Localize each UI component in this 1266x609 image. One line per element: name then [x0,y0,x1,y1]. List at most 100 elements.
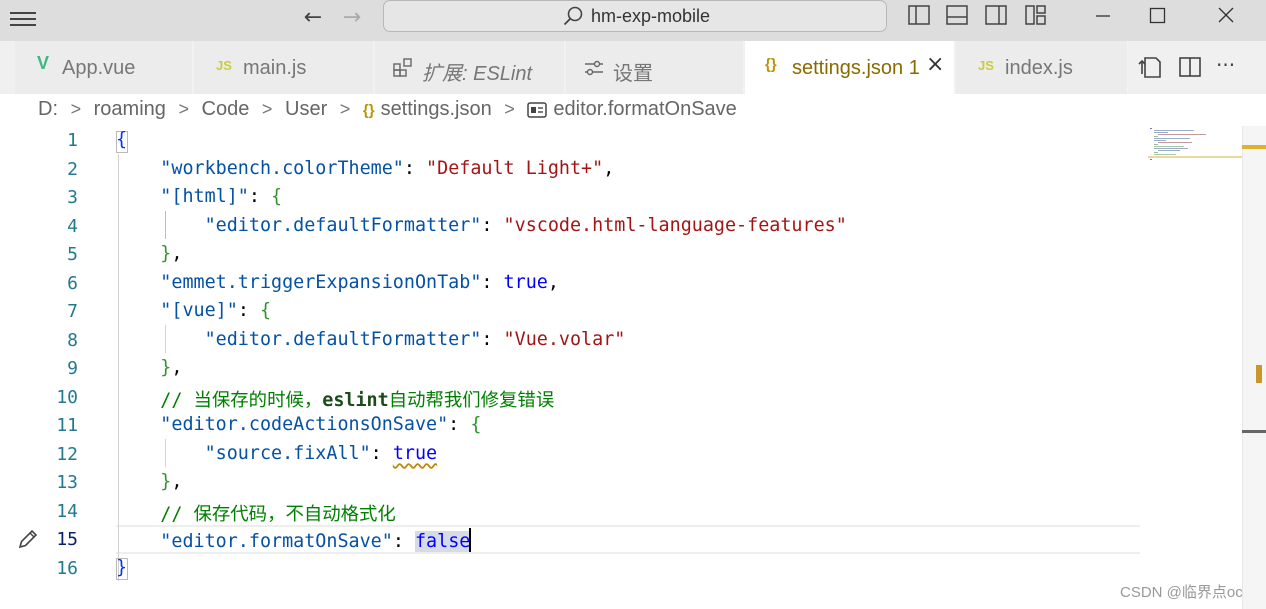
line-number: 13 [56,472,78,493]
tab-label: 扩展: ESLint [422,63,533,85]
more-actions-icon[interactable]: ··· [1216,53,1242,79]
tab-settings[interactable]: 设置 [566,41,744,94]
line-number: 11 [56,415,78,436]
line-number: 9 [67,358,78,379]
code-comment: 自动帮我们修复错误 [388,389,555,411]
menu-icon[interactable] [10,8,36,28]
text-cursor [469,528,472,552]
json-boolean-value-warning[interactable]: true [393,443,437,464]
code-line-current: 15 "editor.formatOnSave": false [0,525,1150,554]
code-editor[interactable]: 1 { 2 "workbench.colorTheme": "Default L… [0,126,1266,609]
code-line: 1 { [0,126,1150,155]
close-window-icon[interactable] [1203,2,1249,30]
toggle-secondary-sidebar-icon[interactable] [985,5,1007,25]
tab-extension-eslint[interactable]: 扩展: ESLint [375,41,565,94]
split-editor-icon[interactable] [1177,54,1203,80]
open-brace: { [116,129,128,150]
line-number: 5 [67,244,78,265]
breadcrumb-symbol[interactable]: editor.formatOnSave [527,98,737,121]
tab-label: index.js [1005,57,1073,79]
tab-app-vue[interactable]: V App.vue [15,41,193,94]
close-tab-icon[interactable]: × [926,54,944,76]
json-key: "editor.defaultFormatter" [204,328,482,350]
code-line: 7 "[vue]": { [0,297,1150,326]
open-changes-icon[interactable] [1138,54,1164,80]
code-line: 4 "editor.defaultFormatter": "vscode.htm… [0,212,1150,241]
code-line: 11 "editor.codeActionsOnSave": { [0,411,1150,440]
scrollbar-cursor-marker [1242,430,1266,433]
json-file-icon: {} [765,56,777,73]
close-brace: } [160,357,172,378]
toggle-primary-sidebar-icon[interactable] [908,5,930,25]
js-file-icon: JS [216,58,232,73]
json-file-icon: {} [362,102,375,120]
line-number: 3 [67,187,78,208]
line-number: 16 [56,557,78,579]
close-brace: } [160,243,172,264]
breadcrumb-symbol-label: editor.formatOnSave [553,98,737,121]
breadcrumb: D: > roaming > Code > User > {} settings.… [38,98,737,124]
minimize-icon[interactable] [1080,2,1126,30]
tab-main-js[interactable]: JS main.js [194,41,374,94]
close-brace: } [160,471,172,492]
tab-label: main.js [243,57,307,79]
breadcrumb-separator: > [261,99,273,120]
json-key: "emmet.triggerExpansionOnTab" [160,271,482,293]
line-number: 7 [67,301,78,322]
json-string-value: "vscode.html-language-features" [503,214,847,236]
code-line: 12 "source.fixAll": true [0,440,1150,469]
breadcrumb-file[interactable]: {} settings.json [363,98,492,121]
scrollbar-warning-marker [1242,145,1266,149]
breadcrumb-separator: > [178,99,189,120]
code-line: 6 "emmet.triggerExpansionOnTab": true, [0,269,1150,298]
code-line: 13 }, [0,468,1150,497]
json-key: "editor.defaultFormatter" [204,214,482,236]
tab-label: settings.json 1 [792,57,920,79]
line-number: 14 [56,500,78,522]
vue-file-icon: V [37,53,50,73]
tab-index-js[interactable]: JS index.js [956,41,1128,94]
line-number: 2 [67,158,78,180]
breadcrumb-item[interactable]: D: [38,98,58,121]
breadcrumb-separator: > [339,99,351,120]
json-key: "editor.codeActionsOnSave" [160,414,449,435]
line-number: 12 [56,443,78,465]
line-number: 6 [67,272,78,294]
vertical-scrollbar[interactable] [1242,126,1266,609]
scrollbar-selection-marker [1256,365,1262,383]
json-key: "[html]" [160,186,249,207]
toggle-panel-icon[interactable] [946,5,968,25]
json-key: "workbench.colorTheme" [160,157,404,179]
breadcrumb-file-label: settings.json [380,98,492,121]
json-boolean-value-selected: fal [414,531,449,552]
tab-label: 设置 [613,63,653,85]
code-comment: eslint [322,389,389,411]
back-arrow-icon[interactable]: ← [299,5,327,30]
line-number: 15 [56,529,78,550]
code-comment: // 保存代码，不自动格式化 [160,503,396,525]
code-line: 16 } [0,554,1150,583]
title-bar: ← → hm-exp-mobile [0,0,1266,41]
forward-arrow-icon[interactable]: → [338,5,366,30]
line-number: 10 [56,386,78,408]
json-string-value: "Default Light+" [426,157,604,179]
maximize-icon[interactable] [1134,2,1180,30]
code-line: 10 // 当保存的时候，eslint自动帮我们修复错误 [0,383,1150,412]
line-number: 1 [67,130,78,151]
breadcrumb-item[interactable]: Code [202,98,250,121]
json-key: "editor.formatOnSave" [160,531,393,552]
json-boolean-value: true [503,271,548,293]
breadcrumb-item[interactable]: roaming [94,98,166,121]
code-comment: // 当保存的时候， [160,389,323,411]
tab-settings-json[interactable]: {} settings.json 1 × [745,41,955,94]
minimap[interactable] [1148,126,1243,166]
open-brace: { [271,186,283,207]
command-center-search[interactable]: hm-exp-mobile [383,0,887,32]
watermark: CSDN @临界点oc [1120,584,1243,601]
json-key: "[vue]" [160,300,238,321]
open-brace: { [259,300,272,321]
customize-layout-icon[interactable] [1025,5,1047,25]
code-line: 2 "workbench.colorTheme": "Default Light… [0,155,1150,184]
tab-label: App.vue [62,57,136,79]
breadcrumb-item[interactable]: User [285,98,327,121]
